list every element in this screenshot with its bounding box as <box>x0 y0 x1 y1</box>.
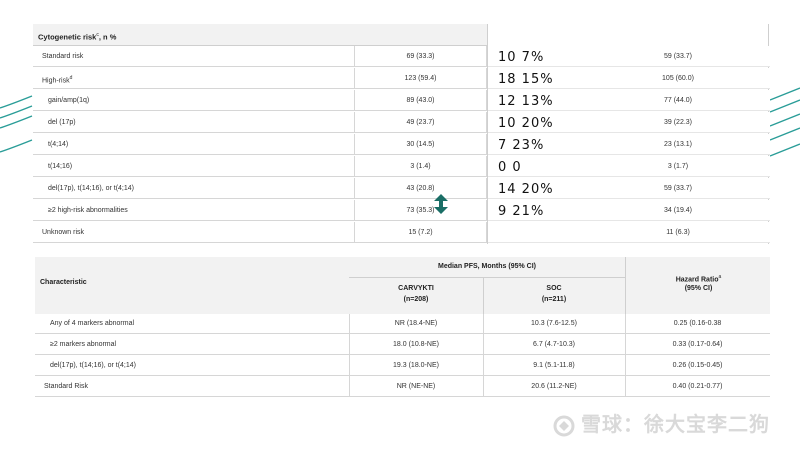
row-label: gain/amp(1q) <box>33 90 355 111</box>
soc-pfs: 10.3 (7.6-12.5) <box>483 314 625 334</box>
row-label: t(14;16) <box>33 156 355 177</box>
soc-value: 105 (60.0) <box>662 75 694 82</box>
carvykti-value: 123 (59.4) <box>355 68 487 89</box>
cytogenetic-risk-header: Cytogenetic riskc, n % <box>33 24 488 46</box>
carvykti-value: 3 (1.4) <box>355 156 487 177</box>
carvykti-pfs: NR (18.4-NE) <box>349 314 483 334</box>
row-label: t(4;14) <box>33 134 355 155</box>
header-median-pfs: Median PFS, Months (95% CI) <box>437 263 536 270</box>
row-label: ≥2 high-risk abnormalities <box>33 200 355 221</box>
snowball-logo-icon <box>553 415 575 436</box>
characteristic-label: Any of 4 markers abnormal <box>35 314 349 334</box>
soc-cell: 9 21% 34 (19.4) <box>488 200 770 221</box>
header-hazard-ratio: Hazard Ratioa <box>675 274 722 284</box>
header-hazard-ratio-cell: Hazard Ratioa (95% CI) <box>625 257 770 314</box>
soc-value: 39 (22.3) <box>663 119 693 126</box>
header-pfs-group: Median PFS, Months (95% CI) CARVYKTI (n=… <box>349 257 625 314</box>
median-pfs-table: Characteristic Median PFS, Months (95% C… <box>35 257 770 397</box>
row-label: Standard risk <box>33 46 355 67</box>
carvykti-value: 43 (20.8) <box>355 178 487 199</box>
soc-value: 59 (33.7) <box>663 53 693 60</box>
handwritten-note: 10 7% <box>498 50 545 65</box>
hazard-ratio: 0.40 (0.21-0.77) <box>625 377 770 397</box>
handwritten-note: 10 20% <box>498 116 554 131</box>
soc-pfs: 6.7 (4.7-10.3) <box>483 335 625 355</box>
header-soc: SOC <box>546 285 562 292</box>
handwritten-note: 12 13% <box>498 94 554 109</box>
double-arrow-icon <box>434 194 448 214</box>
handwritten-note: 0 0 <box>498 160 522 175</box>
carvykti-value: 49 (23.7) <box>355 112 487 133</box>
soc-value: 11 (6.3) <box>666 229 690 236</box>
carvykti-value: 89 (43.0) <box>355 90 487 111</box>
carvykti-value: 15 (7.2) <box>355 222 487 243</box>
soc-value: 77 (44.0) <box>663 97 693 104</box>
header-characteristic-cell: Characteristic <box>35 257 349 314</box>
carvykti-pfs: 19.3 (18.0-NE) <box>349 356 483 376</box>
soc-value: 3 (1.7) <box>667 163 689 170</box>
header-soc-n: (n=211) <box>541 296 567 303</box>
soc-cell: 18 15% 105 (60.0) <box>488 68 770 89</box>
row-label: High-riskd <box>33 68 355 89</box>
watermark-text: 雪球：徐大宝李二狗 <box>581 412 770 436</box>
soc-cell: 12 13% 77 (44.0) <box>488 90 770 111</box>
header-hazard-ratio-ci: (95% CI) <box>684 285 713 292</box>
characteristic-label: del(17p), t(14;16), or t(4;14) <box>35 356 349 376</box>
soc-cell: 0 0 3 (1.7) <box>488 156 770 177</box>
row-label: Unknown risk <box>33 222 355 243</box>
soc-cell: 10 20% 39 (22.3) <box>488 112 770 133</box>
hazard-ratio: 0.26 (0.15-0.45) <box>625 356 770 376</box>
soc-cell: 7 23% 23 (13.1) <box>488 134 770 155</box>
carvykti-value: 30 (14.5) <box>355 134 487 155</box>
soc-value: 59 (33.7) <box>663 185 693 192</box>
header-carvykti: CARVYKTI <box>398 285 434 292</box>
soc-pfs: 20.6 (11.2-NE) <box>483 377 625 397</box>
hazard-ratio: 0.25 (0.16-0.38 <box>625 314 770 334</box>
handwritten-note: 9 21% <box>498 204 545 219</box>
carvykti-value: 69 (33.3) <box>355 46 487 67</box>
row-label: del(17p), t(14;16), or t(4;14) <box>33 178 355 199</box>
soc-cell: 10 7% 59 (33.7) <box>488 46 770 67</box>
carvykti-value: 73 (35.3) <box>355 200 487 221</box>
soc-cell: 11 (6.3) <box>488 222 770 243</box>
soc-cell: 14 20% 59 (33.7) <box>488 178 770 199</box>
handwritten-note: 18 15% <box>498 72 554 87</box>
hazard-ratio: 0.33 (0.17-0.64) <box>625 335 770 355</box>
row-label: del (17p) <box>33 112 355 133</box>
handwritten-note: 14 20% <box>498 182 554 197</box>
header-characteristic: Characteristic <box>40 279 87 286</box>
characteristic-label: Standard Risk <box>35 377 349 397</box>
carvykti-pfs: 18.0 (10.8-NE) <box>349 335 483 355</box>
handwritten-note: 7 23% <box>498 138 545 153</box>
carvykti-pfs: NR (NE-NE) <box>349 377 483 397</box>
watermark: 雪球：徐大宝李二狗 <box>553 408 770 437</box>
soc-value: 34 (19.4) <box>663 207 693 214</box>
soc-pfs: 9.1 (5.1-11.8) <box>483 356 625 376</box>
soc-value: 23 (13.1) <box>663 141 693 148</box>
characteristic-label: ≥2 markers abnormal <box>35 335 349 355</box>
header-carvykti-n: (n=208) <box>403 296 429 303</box>
